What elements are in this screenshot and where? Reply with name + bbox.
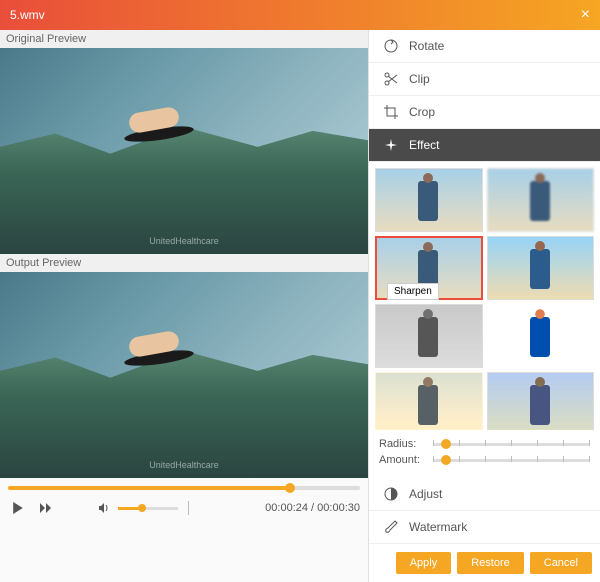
progress-bar[interactable] [8, 486, 360, 490]
tab-rotate[interactable]: Rotate [369, 30, 600, 63]
watermark-text: UnitedHealthcare [149, 236, 219, 246]
tab-effect[interactable]: Effect [369, 129, 600, 162]
play-icon[interactable] [8, 498, 28, 518]
window-title: 5.wmv [10, 8, 45, 22]
effect-thumbnail[interactable] [487, 236, 595, 300]
footer-buttons: Apply Restore Cancel [369, 544, 600, 582]
time-display: 00:00:24 / 00:00:30 [265, 502, 360, 514]
tab-adjust[interactable]: Adjust [369, 478, 600, 511]
effect-thumbnail[interactable] [375, 168, 483, 232]
restore-button[interactable]: Restore [457, 552, 524, 574]
tab-watermark[interactable]: Watermark [369, 511, 600, 544]
effect-thumbnail[interactable] [375, 304, 483, 368]
crop-icon [383, 104, 399, 120]
sparkle-icon [383, 137, 399, 153]
tab-clip[interactable]: Clip [369, 63, 600, 96]
close-icon[interactable]: × [581, 6, 590, 24]
scissors-icon [383, 71, 399, 87]
watermark-text: UnitedHealthcare [149, 460, 219, 470]
amount-slider[interactable] [433, 459, 590, 462]
rotate-icon [383, 38, 399, 54]
radius-label: Radius: [379, 438, 427, 450]
titlebar: 5.wmv × [0, 0, 600, 30]
output-preview-label: Output Preview [0, 254, 368, 272]
tab-crop[interactable]: Crop [369, 96, 600, 129]
output-preview: UnitedHealthcare [0, 272, 368, 478]
volume-icon[interactable] [94, 498, 114, 518]
original-preview-label: Original Preview [0, 30, 368, 48]
effect-thumbnail[interactable] [487, 304, 595, 368]
cancel-button[interactable]: Cancel [530, 552, 592, 574]
effects-grid: Sharpen [369, 162, 600, 430]
effect-thumbnail-sharpen[interactable]: Sharpen [375, 236, 483, 300]
amount-label: Amount: [379, 454, 427, 466]
volume-slider[interactable] [118, 507, 178, 510]
edit-panel: Rotate Clip Crop Effect Sharpen [368, 30, 600, 582]
contrast-icon [383, 486, 399, 502]
preview-panel: Original Preview UnitedHealthcare Output… [0, 30, 368, 582]
brush-icon [383, 519, 399, 535]
effect-thumbnail[interactable] [487, 168, 595, 232]
fast-forward-icon[interactable] [36, 498, 56, 518]
effect-tooltip: Sharpen [387, 283, 439, 300]
effect-thumbnail[interactable] [487, 372, 595, 430]
original-preview: UnitedHealthcare [0, 48, 368, 254]
apply-button[interactable]: Apply [396, 552, 452, 574]
effect-thumbnail[interactable] [375, 372, 483, 430]
radius-slider[interactable] [433, 443, 590, 446]
